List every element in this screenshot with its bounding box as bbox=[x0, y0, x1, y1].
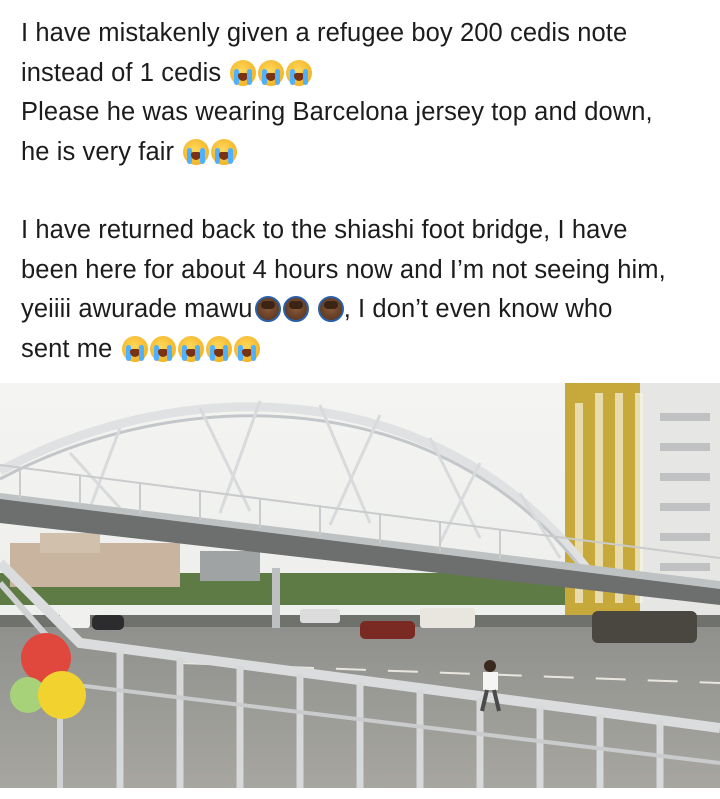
text: I have returned back to the shiashi foot… bbox=[21, 216, 628, 244]
post-line: I have mistakenly given a refugee boy 20… bbox=[21, 14, 711, 54]
post-text: I have mistakenly given a refugee boy 20… bbox=[21, 14, 711, 369]
post-line: yeiiii awurade mawu , I don’t even know … bbox=[21, 290, 711, 330]
crying-face-icon bbox=[230, 59, 257, 86]
crying-face-icon bbox=[286, 59, 313, 86]
post-line: I have returned back to the shiashi foot… bbox=[21, 211, 711, 251]
post-line: sent me bbox=[21, 330, 711, 370]
post-line: been here for about 4 hours now and I’m … bbox=[21, 251, 711, 291]
text: Please he was wearing Barcelona jersey t… bbox=[21, 98, 653, 126]
text: he is very fair bbox=[21, 137, 175, 166]
post-line: he is very fair bbox=[21, 133, 711, 173]
facepalm-person-icon bbox=[254, 296, 281, 322]
text: yeiiii awurade mawu bbox=[21, 295, 253, 323]
post-line: Please he was wearing Barcelona jersey t… bbox=[21, 93, 711, 133]
facepalm-person-icon bbox=[282, 296, 309, 322]
post-line: instead of 1 cedis bbox=[21, 54, 711, 94]
bridge-photo-image bbox=[0, 383, 720, 788]
post-photo[interactable] bbox=[0, 383, 720, 788]
text: been here for about 4 hours now and I’m … bbox=[21, 255, 666, 284]
text: , I don’t even know who bbox=[343, 295, 613, 323]
crying-face-icon bbox=[121, 335, 148, 362]
text: instead of 1 cedis bbox=[21, 58, 222, 87]
text: I have mistakenly given a refugee boy 20… bbox=[21, 19, 628, 47]
crying-face-icon bbox=[205, 335, 232, 362]
text: sent me bbox=[21, 334, 113, 363]
crying-face-icon bbox=[258, 59, 285, 86]
crying-face-icon bbox=[233, 335, 260, 362]
crying-face-icon bbox=[149, 335, 176, 362]
crying-face-icon bbox=[183, 138, 210, 165]
crying-face-icon bbox=[177, 335, 204, 362]
crying-face-icon bbox=[211, 138, 238, 165]
facepalm-person-icon bbox=[317, 296, 344, 322]
